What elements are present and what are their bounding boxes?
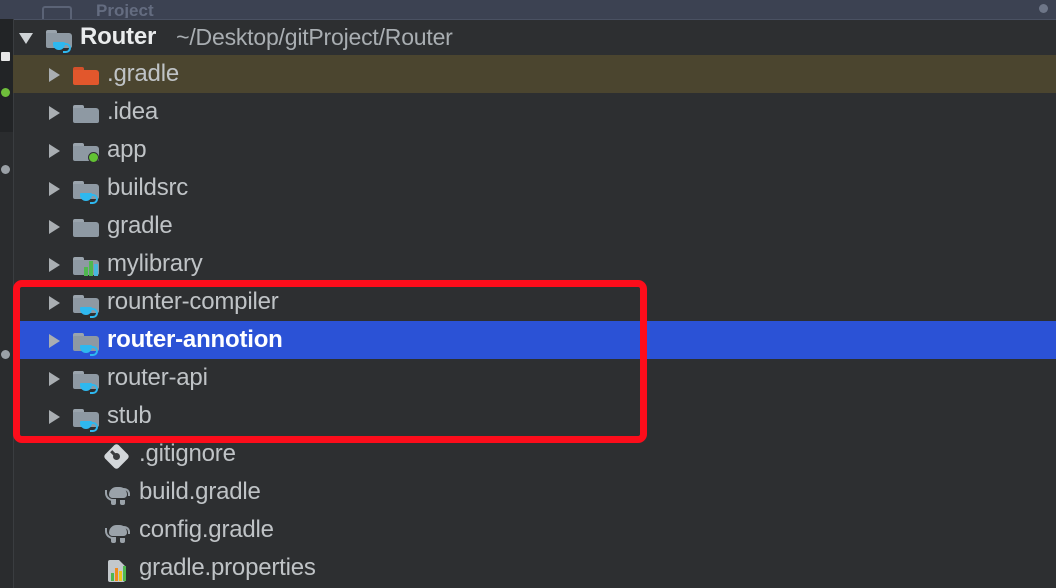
expand-triangle-icon[interactable] <box>43 283 69 321</box>
expand-triangle-icon[interactable] <box>43 169 69 207</box>
tree-row-label: buildsrc <box>107 174 189 201</box>
folder-icon <box>71 211 101 241</box>
tree-indent-spacer <box>13 549 101 587</box>
green-dot-icon[interactable] <box>1 88 10 97</box>
collapse-triangle-icon[interactable] <box>16 18 42 56</box>
tree-row-label: router-api <box>107 364 208 391</box>
folder-gradle-cup-icon <box>71 325 101 356</box>
properties-file-icon <box>103 553 133 583</box>
tree-row-build-gradle-file[interactable]: build.gradle <box>13 473 1056 511</box>
tree-row-rounter-compiler-module[interactable]: rounter-compiler <box>13 283 1056 321</box>
folder-green-dot-icon <box>71 135 101 165</box>
tree-row-idea-dir[interactable]: .idea <box>13 93 1056 131</box>
tree-row-label: stub <box>107 402 152 429</box>
tree-row-router-api-module[interactable]: router-api <box>13 359 1056 397</box>
tree-row-label: config.gradle <box>139 516 274 543</box>
folder-gradle-cup-icon <box>71 401 101 432</box>
header-options-icon[interactable] <box>1039 4 1048 13</box>
project-root-path: ~/Desktop/gitProject/Router <box>176 23 453 50</box>
expand-triangle-icon[interactable] <box>43 397 69 435</box>
header-folder-icon <box>42 6 72 19</box>
folder-gradle-cup-icon <box>71 287 101 318</box>
header-title: Project <box>96 4 154 18</box>
expand-triangle-icon[interactable] <box>43 131 69 169</box>
gray-dot-icon[interactable] <box>1 165 10 174</box>
white-square-icon[interactable] <box>1 52 10 61</box>
tree-row-gradle-properties-file[interactable]: gradle.properties <box>13 549 1056 587</box>
project-root-name: Router <box>80 23 157 50</box>
tree-row-gradle-wrapper-dir[interactable]: gradle <box>13 207 1056 245</box>
expand-triangle-icon[interactable] <box>43 207 69 245</box>
tree-row-label: build.gradle <box>139 478 261 505</box>
git-file-icon <box>103 439 133 470</box>
tree-row-stub-module[interactable]: stub <box>13 397 1056 435</box>
tree-row-gradle-dir[interactable]: .gradle <box>13 55 1056 93</box>
tree-row-app-module[interactable]: app <box>13 131 1056 169</box>
tree-row-label: gradle <box>107 212 173 239</box>
tree-row-buildsrc-module[interactable]: buildsrc <box>13 169 1056 207</box>
tree-indent-spacer <box>13 435 101 473</box>
tree-row-label: .idea <box>107 98 159 125</box>
expand-triangle-icon[interactable] <box>43 321 69 359</box>
tree-row-label: .gitignore <box>139 440 236 467</box>
folder-icon <box>71 97 101 127</box>
tree-row-label: mylibrary <box>107 250 203 277</box>
module-folder-gradle-icon <box>44 22 74 53</box>
tree-row-mylibrary-module[interactable]: mylibrary <box>13 245 1056 283</box>
gradle-file-icon <box>103 477 133 507</box>
expand-triangle-icon[interactable] <box>43 55 69 93</box>
tree-row-config-gradle-file[interactable]: config.gradle <box>13 511 1056 549</box>
gray-dot-icon[interactable] <box>1 350 10 359</box>
tree-indent-spacer <box>13 511 101 549</box>
project-tool-window: Project Router ~/Desktop/gitProject/Rout… <box>0 0 1056 588</box>
folder-orange-icon <box>71 59 101 89</box>
tree-row-label: gradle.properties <box>139 554 316 581</box>
tree-indent-spacer <box>13 473 101 511</box>
expand-triangle-icon[interactable] <box>43 359 69 397</box>
tree-row-project-root[interactable]: Router ~/Desktop/gitProject/Router <box>13 19 1056 55</box>
tree-row-label: rounter-compiler <box>107 288 279 315</box>
tree-row-router-annotion-module[interactable]: router-annotion <box>13 321 1056 359</box>
tool-window-header-strip: Project <box>0 0 1056 20</box>
tree-row-gitignore-file[interactable]: .gitignore <box>13 435 1056 473</box>
expand-triangle-icon[interactable] <box>43 245 69 283</box>
folder-library-bars-icon <box>71 249 101 279</box>
tree-row-label: .gradle <box>107 60 179 87</box>
project-tree: Router ~/Desktop/gitProject/Router .grad… <box>13 19 1056 588</box>
folder-gradle-cup-icon <box>71 363 101 394</box>
gradle-file-icon <box>103 515 133 545</box>
tree-row-label: router-annotion <box>107 326 283 353</box>
tree-row-label: app <box>107 136 147 163</box>
left-gutter-dark-section <box>0 19 13 132</box>
folder-gradle-cup-icon <box>71 173 101 204</box>
expand-triangle-icon[interactable] <box>43 93 69 131</box>
